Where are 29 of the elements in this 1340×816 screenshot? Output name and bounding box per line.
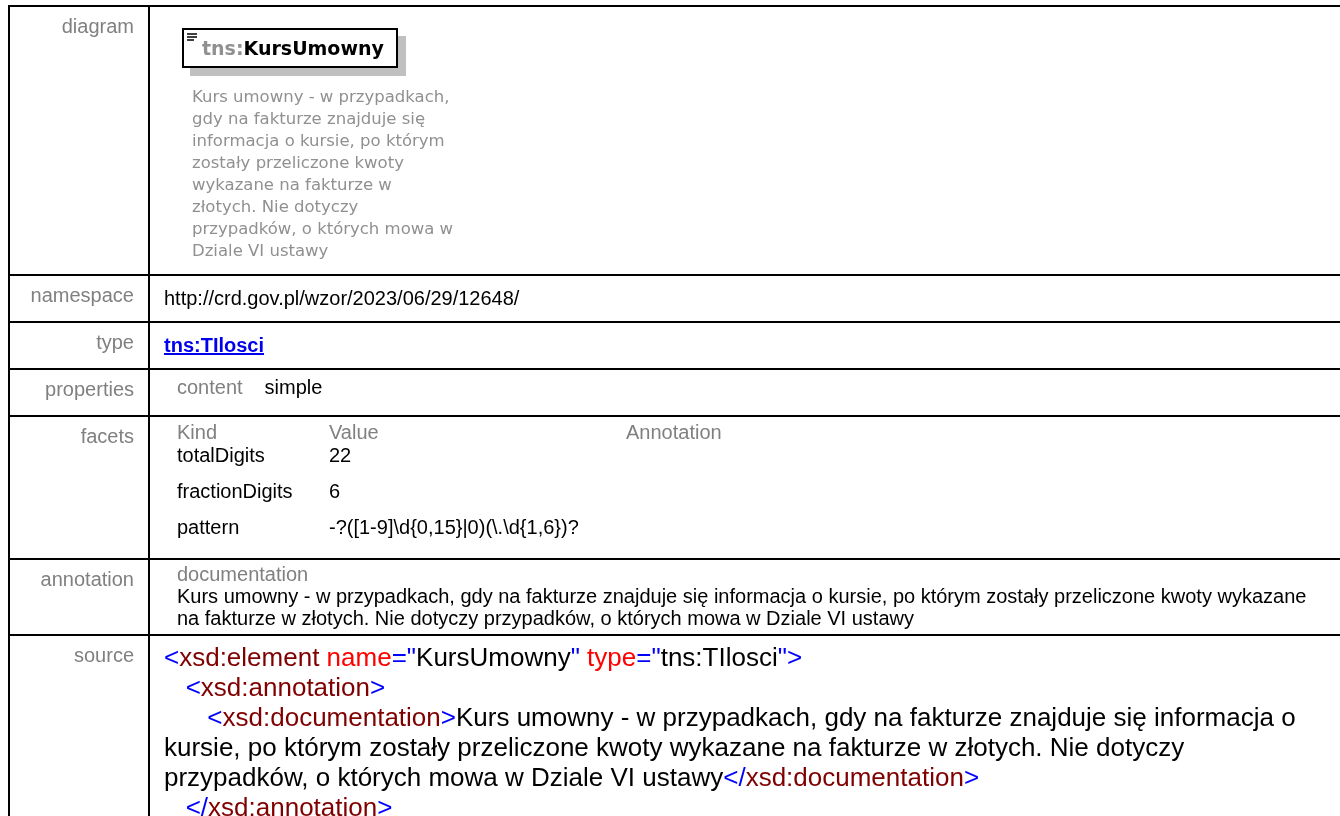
lines-icon — [187, 33, 197, 41]
row-label: annotation — [40, 568, 134, 590]
source-line: <xsd:element name="KursUmowny" type="tns:TIlosci"> — [164, 642, 804, 672]
row-label: namespace — [30, 284, 134, 306]
row-label: diagram — [61, 15, 134, 37]
source-line: <xsd:documentation>Kurs umowny - w przypadkach, gdy na fakturze znajduje się informacja o kursie, po którym zostały przeliczone kwoty wykazane na fakturze w złotych. Nie dotyczy przypadków, o których mowa w Dziale VI ustawy</xsd:documentation> — [164, 702, 1297, 792]
property-name: content — [177, 376, 243, 399]
property-value: simple — [264, 376, 323, 399]
column-header: Value — [329, 421, 380, 444]
column-header: Annotation — [626, 421, 723, 444]
element-name: tns:KursUmowny — [202, 37, 384, 59]
row-label: source — [73, 644, 134, 666]
facet-value: 6 — [329, 480, 342, 504]
facet-kind: totalDigits — [177, 444, 266, 468]
type-link[interactable]: tns:TIlosci — [164, 334, 264, 356]
namespace-value: http://crd.gov.pl/wzor/2023/06/29/12648/ — [164, 286, 521, 311]
source-line: <xsd:annotation> — [184, 672, 387, 702]
column-header: Kind — [177, 421, 219, 444]
annotation-heading: documentation — [177, 563, 310, 585]
facet-value: 22 — [329, 444, 353, 468]
source-line: </xsd:annotation> — [184, 792, 394, 816]
annotation-text: Kurs umowny - w przypadkach, gdy na fakturze znajduje się informacja o kursie, po którym zostały przeliczone kwoty wykazane na fakturze w złotych. Nie dotyczy przypadków, o których mowa w Dziale VI ustawy — [177, 585, 1308, 629]
row-label: type — [96, 331, 134, 353]
facet-kind: fractionDigits — [177, 480, 294, 504]
row-label: facets — [80, 425, 134, 447]
element-description: Kurs umowny - w przypadkach, gdy na fakturze znajduje się informacja o kursie, po którym zostały przeliczone kwoty wykazane na fakturze w złotych. Nie dotyczy przypadków, o których mowa w Dziale VI ustawy — [192, 86, 455, 262]
facet-value: -?([1-9]\d{0,15}|0)(\.\d{1,6})? — [329, 516, 580, 540]
facet-kind: pattern — [177, 516, 241, 540]
row-label: properties — [45, 378, 134, 400]
